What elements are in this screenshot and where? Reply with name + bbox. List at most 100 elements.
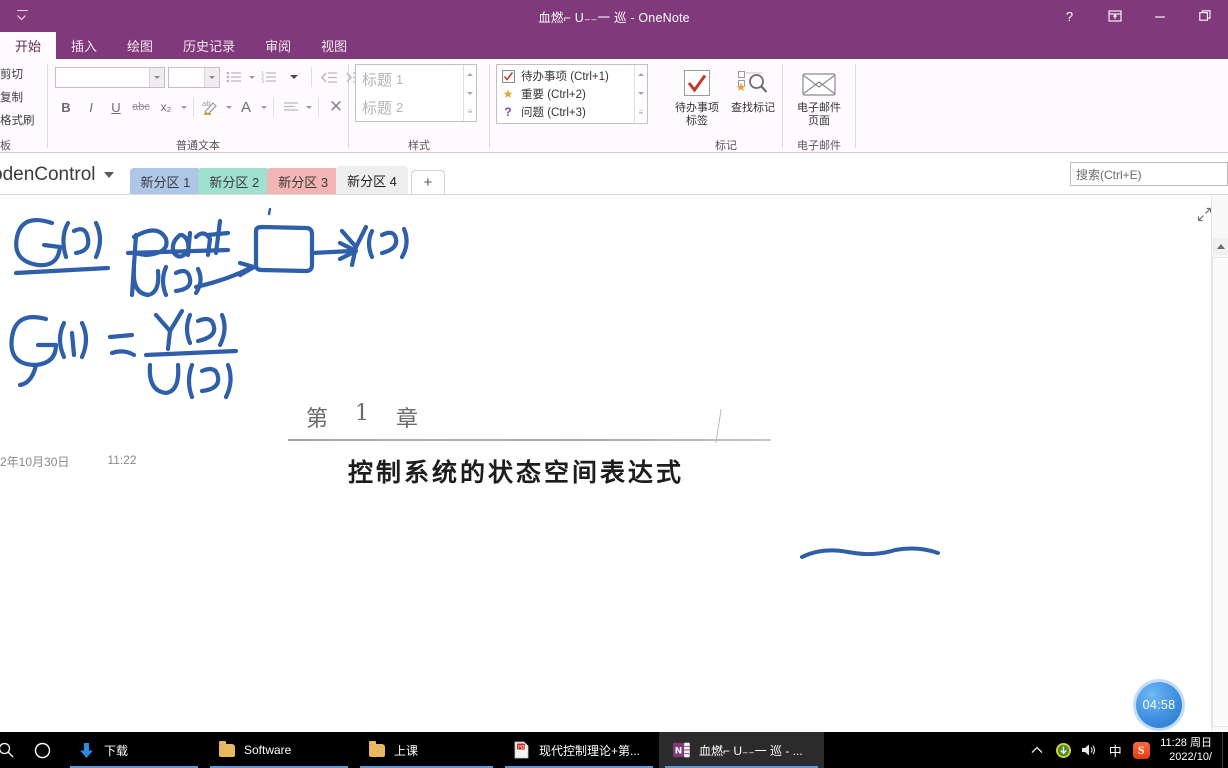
ribbon-tab-insert[interactable]: 插入 (56, 32, 112, 59)
clear-formatting-button[interactable]: ✕ (325, 96, 347, 118)
taskbar-item-downloads[interactable]: 下载 (64, 732, 204, 768)
search-input[interactable]: 搜索(Ctrl+E) (1070, 162, 1228, 186)
ribbon-tab-draw[interactable]: 绘图 (112, 32, 168, 59)
find-tags-button[interactable]: 查找标记 (726, 64, 780, 115)
taskbar-item-software[interactable]: Software (204, 732, 354, 768)
font-size-combo[interactable] (168, 66, 220, 88)
ink-layer[interactable] (0, 195, 1228, 732)
bullet-list-dropdown-icon[interactable] (249, 75, 255, 79)
style-heading-2[interactable]: 标题 2 (356, 93, 463, 121)
section-tab-4[interactable]: 新分区 4 (336, 166, 408, 194)
taskbar-label-class: 上课 (394, 743, 419, 758)
email-page-button[interactable]: 电子邮件 页面 (783, 64, 855, 128)
show-desktop-button[interactable] (1222, 732, 1228, 768)
ribbon-tab-view[interactable]: 视图 (306, 32, 362, 59)
italic-button[interactable]: I (80, 96, 102, 118)
text-highlight-button[interactable]: ab (200, 96, 222, 118)
sogou-input-icon[interactable]: S (1128, 741, 1154, 759)
find-tags-label: 查找标记 (731, 102, 775, 114)
taskbar-item-class[interactable]: 上课 (354, 732, 499, 768)
section-tab-1[interactable]: 新分区 1 (129, 168, 202, 194)
styles-scrollbar[interactable]: ≡ (463, 65, 476, 121)
ime-indicator[interactable]: 中 (1102, 741, 1128, 760)
page-canvas[interactable]: 2年10月30日 11:22 第 1 章 控制系统的状态空间表达式 (0, 195, 1228, 732)
ribbon-tab-history[interactable]: 历史记录 (168, 32, 250, 59)
ribbon-tab-home[interactable]: 开始 (0, 32, 57, 59)
style-heading-1[interactable]: 标题 1 (356, 65, 463, 93)
align-dropdown-icon[interactable] (306, 105, 312, 109)
cut-button[interactable]: 剪切 (0, 64, 35, 84)
section-tab-2[interactable]: 新分区 2 (198, 168, 271, 194)
styles-gallery[interactable]: 标题 1 标题 2 ≡ (355, 64, 477, 122)
subscript-dropdown-icon[interactable] (181, 105, 187, 109)
clipboard-group-label: 板 (0, 139, 11, 152)
copy-button[interactable]: 复制 (0, 87, 35, 107)
underline-button[interactable]: U (105, 96, 127, 118)
ribbon-group-tag-buttons: 待办事项 标签 查找标记 标记 (670, 59, 782, 152)
decrease-indent-button[interactable] (318, 66, 340, 88)
chevron-down-icon[interactable] (103, 172, 114, 178)
tags-more[interactable]: ≡ (635, 104, 647, 123)
highlight-dropdown-icon[interactable] (226, 105, 232, 109)
ribbon-display-options-button[interactable] (1092, 0, 1137, 32)
font-size-dropdown-icon[interactable] (204, 67, 219, 87)
taskbar-item-pdf[interactable]: PDF 现代控制理论+第... (499, 732, 659, 768)
add-section-button[interactable]: + (410, 170, 445, 194)
taskbar-label-pdf: 现代控制理论+第... (539, 743, 641, 758)
taskbar-search-button[interactable] (0, 742, 20, 758)
scroll-up-button[interactable] (1212, 238, 1228, 255)
update-icon[interactable] (1050, 742, 1076, 759)
cortana-icon (34, 742, 50, 758)
bullet-list-button[interactable] (223, 66, 245, 88)
timer-widget[interactable]: 04:58 (1136, 682, 1182, 728)
format-painter-button[interactable]: 格式刷 (0, 110, 35, 130)
ribbon-tab-review[interactable]: 审阅 (250, 32, 306, 59)
taskbar-cortana-button[interactable] (20, 742, 64, 759)
styles-scroll-down[interactable] (464, 84, 476, 103)
tags-scrollbar[interactable]: ≡ (634, 65, 647, 123)
subscript-button[interactable]: x₂ (155, 96, 177, 118)
numbered-list-dropdown-icon[interactable] (283, 66, 305, 88)
qat-dropdown-icon[interactable] (16, 10, 28, 22)
notebook-selector[interactable]: odenControl (0, 164, 120, 194)
quick-access-toolbar[interactable] (0, 10, 44, 22)
tag-item-question[interactable]: ? 问题 (Ctrl+3) (497, 103, 634, 121)
tag-question-label: 问题 (Ctrl+3) (521, 107, 586, 119)
ribbon-group-email: 电子邮件 页面 电子邮件 (783, 59, 855, 152)
basic-text-group-label: 普通文本 (176, 139, 220, 152)
volume-icon[interactable] (1076, 743, 1102, 757)
onenote-window: 血燃⌐ U₋₋一 巡 - OneNote ? 开始 插入 绘图 历史记录 审阅 … (0, 0, 1228, 768)
page-scrollbar[interactable] (1211, 195, 1228, 732)
bold-button[interactable]: B (55, 96, 77, 118)
minimize-button[interactable] (1137, 0, 1182, 32)
align-left-icon (284, 101, 298, 111)
restore-button[interactable] (1182, 0, 1228, 32)
ribbon-display-icon (1107, 10, 1122, 22)
clock[interactable]: 11:28 周日 2022/10/ (1154, 736, 1222, 764)
numbered-list-button[interactable]: 1 2 3 (258, 66, 280, 88)
font-color-dropdown-icon[interactable] (261, 105, 267, 109)
tags-gallery[interactable]: 待办事项 (Ctrl+1) ★ 重要 (Ctrl+2) ? 问题 (Ctrl+3… (496, 64, 648, 124)
tags-scroll-up[interactable] (635, 65, 647, 84)
decrease-indent-icon (320, 71, 337, 83)
align-button[interactable] (280, 96, 302, 118)
tag-item-important[interactable]: ★ 重要 (Ctrl+2) (497, 85, 634, 103)
taskbar-item-onenote[interactable]: N 血燃⌐ U₋₋一 巡 - ... (659, 732, 824, 768)
tags-scroll-down[interactable] (635, 84, 647, 103)
scroll-thumb[interactable] (1212, 257, 1228, 727)
help-button[interactable]: ? (1047, 0, 1092, 32)
styles-more[interactable]: ≡ (464, 102, 476, 121)
star-icon: ★ (502, 87, 514, 101)
todo-tag-button[interactable]: 待办事项 标签 (670, 64, 724, 128)
font-color-button[interactable]: A (235, 96, 257, 118)
font-name-combo[interactable] (55, 66, 165, 88)
highlight-icon: ab (202, 100, 217, 115)
styles-scroll-up[interactable] (464, 65, 476, 84)
font-name-dropdown-icon[interactable] (149, 67, 164, 87)
strikethrough-button[interactable]: abc (130, 96, 152, 118)
tag-item-todo[interactable]: 待办事项 (Ctrl+1) (497, 67, 634, 85)
clock-time: 11:28 周日 (1160, 737, 1212, 749)
section-tab-3[interactable]: 新分区 3 (267, 168, 340, 194)
tags-group-label (490, 137, 670, 152)
tray-chevron-icon[interactable] (1024, 746, 1050, 754)
